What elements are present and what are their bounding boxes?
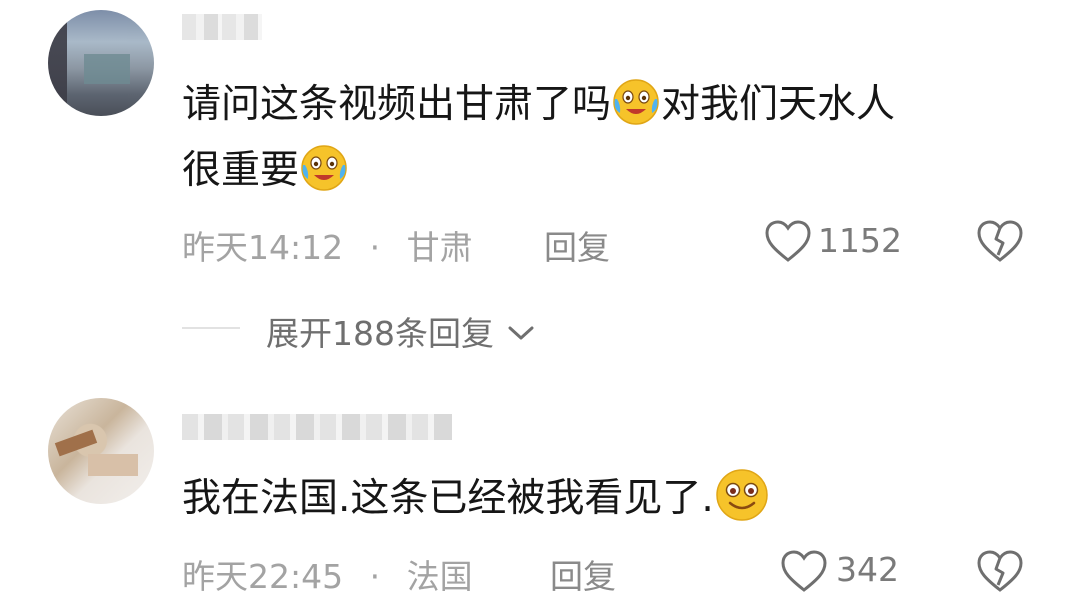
ip-location: 法国: [406, 557, 473, 596]
crying-laughing-emoji-icon: [299, 143, 349, 193]
comment-meta: 昨天22:45 · 法国: [182, 550, 473, 598]
broken-heart-dislike-icon[interactable]: [976, 549, 1024, 593]
timestamp: 昨天14:12: [182, 228, 344, 267]
broken-heart-dislike-icon[interactable]: [976, 219, 1024, 263]
heart-like-icon[interactable]: [764, 219, 812, 263]
username-blurred[interactable]: [182, 414, 452, 440]
comment-meta: 昨天14:12 · 甘肃: [182, 221, 473, 269]
comment-text: 请问这条视频出甘肃了吗 对我们天水人 很重要: [182, 72, 1032, 204]
expand-replies-button[interactable]: 展开188条回复: [266, 307, 535, 355]
reply-button[interactable]: 回复: [550, 550, 616, 598]
separator-dot: ·: [369, 228, 381, 267]
chevron-down-icon: [508, 326, 533, 340]
like-count: 1152: [818, 221, 902, 260]
expand-replies-label: 展开188条回复: [266, 314, 494, 353]
like-count: 342: [836, 550, 899, 589]
comment-text-part: 请问这条视频出甘肃了吗: [182, 82, 612, 127]
comment-text-part: 对我们天水人: [661, 82, 896, 127]
username-blurred[interactable]: [182, 14, 262, 40]
reply-button[interactable]: 回复: [544, 221, 610, 269]
comment-text-part: 我在法国.这条已经被我看见了.: [182, 476, 714, 521]
heart-like-icon[interactable]: [780, 549, 828, 593]
divider-line: [182, 327, 240, 329]
comment-text-part: 很重要: [182, 148, 300, 193]
crying-laughing-emoji-icon: [611, 77, 661, 127]
separator-dot: ·: [369, 557, 381, 596]
comment-text: 我在法国.这条已经被我看见了.: [182, 466, 1032, 532]
avatar[interactable]: [48, 10, 154, 116]
ip-location: 甘肃: [406, 228, 473, 267]
smiling-emoji-icon: [714, 467, 770, 523]
avatar[interactable]: [48, 398, 154, 504]
timestamp: 昨天22:45: [182, 557, 344, 596]
